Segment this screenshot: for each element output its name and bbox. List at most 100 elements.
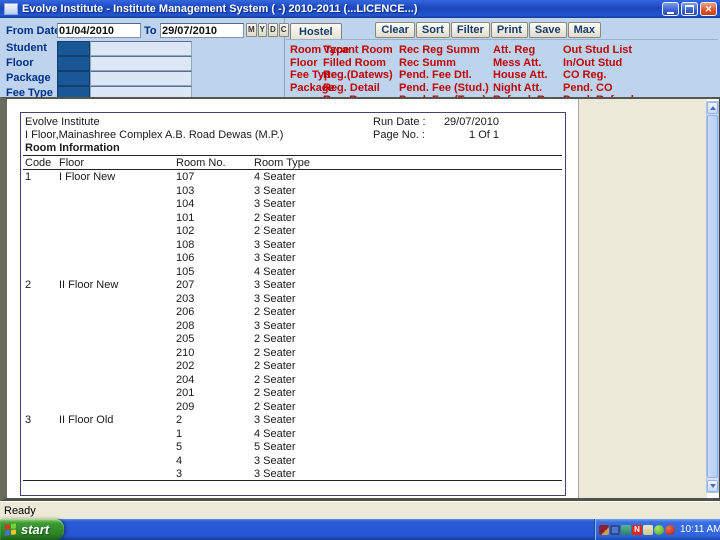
menu-link-rec-summ[interactable]: Rec Summ	[399, 57, 489, 70]
status-bar: Ready	[0, 501, 720, 519]
clear-button[interactable]: Clear	[375, 22, 415, 38]
table-row: 205 2 Seater	[176, 333, 296, 345]
save-button[interactable]: Save	[528, 22, 567, 38]
windows-flag-icon	[5, 522, 17, 537]
table-row: 209 2 Seater	[176, 400, 296, 413]
from-date-label: From Date	[6, 25, 61, 37]
student-code-field[interactable]	[57, 41, 90, 56]
arrow-up-icon	[709, 106, 716, 110]
restore-button[interactable]	[681, 2, 698, 16]
col-header-floor: Floor	[59, 157, 85, 169]
table-row: 106 3 Seater	[176, 252, 296, 264]
table-row: 208 3 Seater	[176, 319, 296, 332]
col-header-code: Code	[25, 157, 52, 169]
menu-link-co-reg[interactable]: CO Reg.	[563, 69, 634, 82]
menu-link-reg-detail[interactable]: Reg. Detail	[323, 82, 393, 95]
menu-link-pend-co[interactable]: Pend. CO	[563, 82, 634, 95]
floor-code-field[interactable]	[57, 56, 90, 71]
menu-link-pend-fee-stud[interactable]: Pend. Fee (Stud.)	[399, 82, 489, 95]
preview-gutter	[578, 99, 707, 498]
green-status-icon[interactable]	[654, 524, 664, 535]
filter-row-student: Student	[0, 41, 284, 56]
report-preview-area: Evolve Institute Run Date : 29/07/2010 I…	[0, 97, 720, 501]
table-row: 3 II Floor Old 2 3 Seater	[25, 414, 296, 426]
floor-value-field[interactable]	[90, 56, 192, 71]
red-alert-icon[interactable]	[665, 524, 675, 535]
toolbar-buttons: Clear Sort Filter Print Save Max	[375, 22, 601, 38]
report-menu: Room Type Floor Fee Type Package Vacant Room…	[286, 42, 720, 106]
max-button[interactable]: Max	[567, 22, 601, 38]
package-code-field[interactable]	[57, 71, 90, 86]
filter-row-package: Package	[0, 71, 284, 86]
scrollbar-thumb[interactable]	[707, 115, 718, 478]
report-page: Evolve Institute Run Date : 29/07/2010 I…	[20, 112, 566, 496]
table-row: 102 2 Seater	[176, 225, 296, 237]
package-value-field[interactable]	[90, 71, 192, 86]
scroll-down-button[interactable]	[707, 480, 718, 492]
tab-strip	[286, 39, 718, 40]
network-status-icon[interactable]	[621, 524, 631, 535]
maroon-app-icon[interactable]	[599, 524, 609, 535]
menu-link-mess-att[interactable]: Mess Att.	[493, 57, 558, 70]
menu-link-filled-room[interactable]: Filled Room	[323, 57, 393, 70]
start-button[interactable]: start	[0, 519, 64, 540]
rule-header	[23, 169, 562, 170]
close-button[interactable]: ✕	[700, 2, 717, 16]
table-row: 2 II Floor New 207 3 Seater	[25, 279, 296, 291]
status-text: Ready	[4, 504, 36, 517]
table-row: 210 2 Seater	[176, 346, 296, 359]
filter-row-floor: Floor	[0, 56, 284, 71]
n-logo-icon[interactable]: N	[632, 524, 642, 535]
menu-link-out-stud-list[interactable]: Out Stud List	[563, 44, 634, 57]
filter-form: From Date To MYDC Student Floor Package …	[0, 18, 289, 101]
table-row: 5 5 Seater	[176, 441, 296, 453]
scroll-up-button[interactable]	[707, 102, 718, 114]
desktop-screen: Evolve Institute - Institute Management …	[0, 0, 720, 540]
menu-link-reg-datews[interactable]: Reg.(Datews)	[323, 69, 393, 82]
window-title: Evolve Institute - Institute Management …	[22, 3, 418, 15]
sort-button[interactable]: Sort	[415, 22, 450, 38]
menu-link-pend-fee-dtl[interactable]: Pend. Fee Dtl.	[399, 69, 489, 82]
report-panel: Hostel Clear Sort Filter Print Save Max Room …	[286, 18, 720, 106]
institute-address: I Floor,Mainashree Complex A.B. Road Dew…	[25, 129, 284, 141]
vertical-scrollbar[interactable]	[706, 101, 719, 493]
display-icon[interactable]	[610, 524, 620, 535]
menu-link-house-att[interactable]: House Att.	[493, 69, 558, 82]
from-date-input[interactable]	[57, 23, 141, 38]
taskbar-clock[interactable]: 10:11 AM	[680, 524, 720, 535]
filter-label-student: Student	[6, 42, 47, 54]
filter-label-floor: Floor	[6, 57, 34, 69]
menu-link-night-att[interactable]: Night Att.	[493, 82, 558, 95]
table-row: 101 2 Seater	[176, 211, 296, 224]
date-mode-d-button[interactable]: D	[268, 23, 278, 37]
menu-link-rec-reg-summ[interactable]: Rec Reg Summ	[399, 44, 489, 57]
date-mode-buttons: MYDC	[246, 23, 289, 37]
arrow-down-icon	[709, 484, 716, 488]
student-value-field[interactable]	[90, 41, 192, 56]
table-row: 1 4 Seater	[176, 427, 296, 440]
table-row: 202 2 Seater	[176, 360, 296, 372]
app-icon	[4, 3, 18, 15]
system-tray: N 10:11 AM	[594, 519, 720, 540]
tab-hostel[interactable]: Hostel	[290, 23, 342, 40]
notes-app-icon[interactable]	[643, 524, 653, 535]
menu-link-in-out-stud[interactable]: In/Out Stud	[563, 57, 634, 70]
page-no-value: 1 Of 1	[469, 129, 499, 141]
filter-label-package: Package	[6, 72, 51, 84]
date-mode-m-button[interactable]: M	[246, 23, 257, 37]
start-label: start	[21, 522, 50, 537]
restore-icon	[685, 4, 694, 14]
minimize-button[interactable]	[662, 2, 679, 16]
table-row: 203 3 Seater	[176, 292, 296, 305]
date-mode-y-button[interactable]: Y	[257, 23, 268, 37]
to-date-input[interactable]	[160, 23, 244, 38]
print-button[interactable]: Print	[490, 22, 528, 38]
menu-link-att-reg[interactable]: Att. Reg	[493, 44, 558, 57]
report-bottom-rule	[23, 480, 562, 481]
minimize-icon	[667, 11, 674, 14]
filter-button[interactable]: Filter	[450, 22, 490, 38]
section-title: Room Information	[25, 142, 120, 154]
taskbar: start N 10:11 AM	[0, 519, 720, 540]
table-row: 108 3 Seater	[176, 238, 296, 251]
menu-link-vacant-room[interactable]: Vacant Room	[323, 44, 393, 57]
